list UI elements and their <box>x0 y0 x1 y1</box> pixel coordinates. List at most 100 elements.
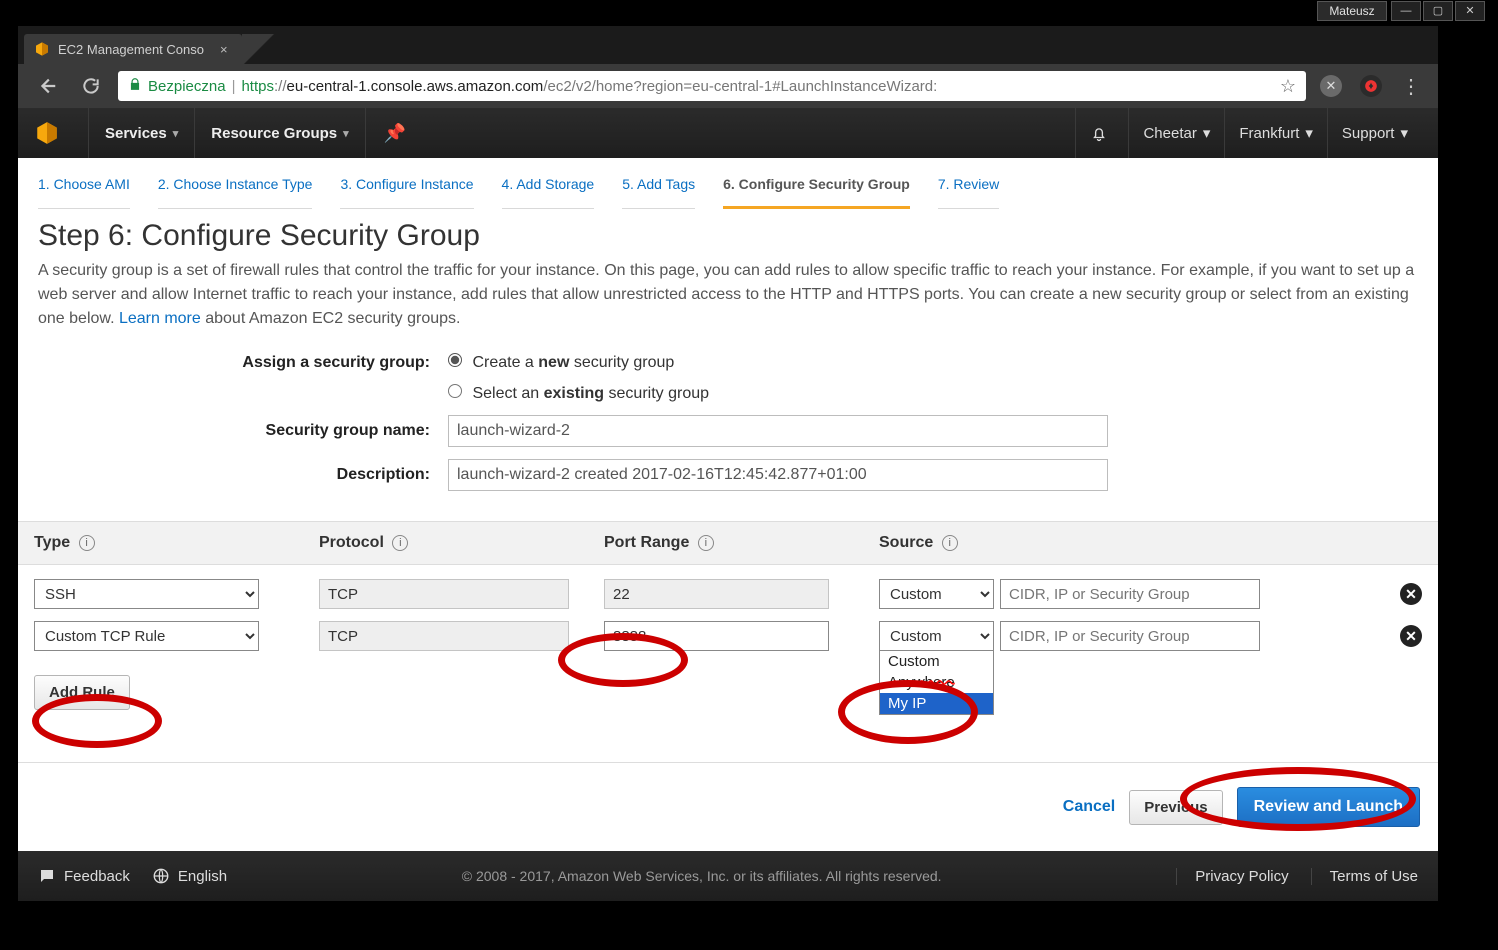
nav-services[interactable]: Services ▾ <box>88 108 195 158</box>
rule-protocol-input <box>319 579 569 609</box>
wizard-step[interactable]: 1. Choose AMI <box>38 176 130 209</box>
url-scheme: https <box>241 78 274 95</box>
page-title: Step 6: Configure Security Group <box>38 219 1418 253</box>
info-icon[interactable]: i <box>392 535 408 551</box>
dropdown-option[interactable]: My IP <box>880 693 993 714</box>
chevron-down-icon: ▾ <box>1400 124 1408 142</box>
extension-1-icon[interactable]: ✕ <box>1316 71 1346 101</box>
browser-toolbar: Bezpieczna | https://eu-central-1.consol… <box>18 64 1438 108</box>
wizard-actions: Cancel Previous Review and Launch <box>18 762 1438 851</box>
window-close-button[interactable]: ✕ <box>1455 1 1485 21</box>
radio-select-existing-label: Select an existing security group <box>472 385 709 402</box>
nav-account-label: Cheetar <box>1143 125 1196 142</box>
footer-terms-link[interactable]: Terms of Use <box>1311 868 1418 885</box>
wizard-step[interactable]: 2. Choose Instance Type <box>158 176 313 209</box>
aws-favicon-icon <box>34 41 50 57</box>
wizard-step[interactable]: 5. Add Tags <box>622 176 695 209</box>
browser-menu-icon[interactable]: ⋮ <box>1396 71 1426 101</box>
nav-resource-groups-label: Resource Groups <box>211 125 337 142</box>
browser-window: EC2 Management Conso × Bezpieczna | http… <box>18 26 1438 901</box>
radio-select-existing[interactable] <box>448 384 462 398</box>
url-domain: eu-central-1.console.aws.amazon.com <box>287 78 544 95</box>
browser-tab[interactable]: EC2 Management Conso × <box>24 34 242 64</box>
wizard-step[interactable]: 4. Add Storage <box>502 176 595 209</box>
learn-more-link[interactable]: Learn more <box>119 310 201 327</box>
os-user-badge: Mateusz <box>1317 1 1387 21</box>
radio-create-new-label: Create a new security group <box>472 354 674 371</box>
aws-footer: Feedback English © 2008 - 2017, Amazon W… <box>18 851 1438 901</box>
rule-row: SSH Custom ✕ <box>34 573 1422 615</box>
chevron-down-icon: ▾ <box>343 127 349 140</box>
rule-source-select[interactable]: Custom <box>879 621 994 651</box>
rules-table-body: SSHCustom✕Custom TCP RuleCustomCustomAny… <box>18 565 1438 659</box>
rule-type-select[interactable]: SSH <box>34 579 259 609</box>
tab-strip-tail <box>242 34 276 64</box>
footer-privacy-link[interactable]: Privacy Policy <box>1176 868 1288 885</box>
footer-feedback[interactable]: Feedback <box>38 867 130 885</box>
aws-logo-icon[interactable] <box>34 120 60 146</box>
th-protocol: Protocol <box>319 534 384 551</box>
assign-sg-label: Assign a security group: <box>38 354 448 372</box>
rule-protocol-input <box>319 621 569 651</box>
rule-row: Custom TCP RuleCustomCustomAnywhereMy IP… <box>34 615 1422 657</box>
window-maximize-button[interactable]: ▢ <box>1423 1 1453 21</box>
cancel-link[interactable]: Cancel <box>1063 798 1115 816</box>
lock-icon <box>128 77 142 95</box>
dropdown-option[interactable]: Custom <box>880 651 993 672</box>
os-window: Mateusz — ▢ ✕ EC2 Management Conso × <box>0 0 1498 950</box>
page-description: A security group is a set of firewall ru… <box>38 259 1418 331</box>
extension-2-icon[interactable] <box>1356 71 1386 101</box>
tab-close-icon[interactable]: × <box>220 42 228 57</box>
add-rule-button[interactable]: Add Rule <box>34 675 130 710</box>
security-group-form: Assign a security group: Create a new se… <box>18 337 1438 521</box>
delete-rule-icon[interactable]: ✕ <box>1400 625 1422 647</box>
bookmark-star-icon[interactable]: ☆ <box>1280 76 1296 97</box>
sg-desc-input[interactable] <box>448 459 1108 491</box>
nav-region-label: Frankfurt <box>1239 125 1299 142</box>
nav-resource-groups[interactable]: Resource Groups ▾ <box>195 108 365 158</box>
wizard-steps: 1. Choose AMI 2. Choose Instance Type 3. C… <box>18 158 1438 209</box>
nav-region[interactable]: Frankfurt ▾ <box>1224 108 1327 158</box>
browser-tabstrip: EC2 Management Conso × <box>18 26 1438 64</box>
dropdown-option[interactable]: Anywhere <box>880 672 993 693</box>
source-dropdown[interactable]: CustomAnywhereMy IP <box>879 650 994 715</box>
footer-language[interactable]: English <box>152 867 227 885</box>
browser-tab-title: EC2 Management Conso <box>58 42 204 57</box>
page-description-tail: about Amazon EC2 security groups. <box>205 310 460 327</box>
review-and-launch-button[interactable]: Review and Launch <box>1237 787 1420 827</box>
aws-top-nav: Services ▾ Resource Groups ▾ 📌 Cheetar ▾… <box>18 108 1438 158</box>
sg-name-input[interactable] <box>448 415 1108 447</box>
chevron-down-icon: ▾ <box>1203 124 1211 142</box>
rules-table-header: Type i Protocol i Port Range i Source i <box>18 521 1438 565</box>
pin-icon[interactable]: 📌 <box>366 123 424 144</box>
radio-create-new[interactable] <box>448 353 462 367</box>
delete-rule-icon[interactable]: ✕ <box>1400 583 1422 605</box>
info-icon[interactable]: i <box>698 535 714 551</box>
rule-cidr-input[interactable] <box>1000 621 1260 651</box>
window-minimize-button[interactable]: — <box>1391 1 1421 21</box>
rule-port-input[interactable] <box>604 621 829 651</box>
nav-services-label: Services <box>105 125 167 142</box>
address-bar[interactable]: Bezpieczna | https://eu-central-1.consol… <box>118 71 1306 101</box>
info-icon[interactable]: i <box>79 535 95 551</box>
rule-port-input <box>604 579 829 609</box>
rule-source-select[interactable]: Custom <box>879 579 994 609</box>
nav-support[interactable]: Support ▾ <box>1327 108 1422 158</box>
nav-support-label: Support <box>1342 125 1395 142</box>
back-button[interactable] <box>30 69 64 103</box>
rule-type-select[interactable]: Custom TCP Rule <box>34 621 259 651</box>
previous-button[interactable]: Previous <box>1129 790 1222 825</box>
wizard-step[interactable]: 3. Configure Instance <box>340 176 473 209</box>
info-icon[interactable]: i <box>942 535 958 551</box>
th-source: Source <box>879 534 933 551</box>
chevron-down-icon: ▾ <box>173 127 179 140</box>
connection-secure-label: Bezpieczna <box>148 78 226 95</box>
notifications-bell[interactable] <box>1075 108 1122 158</box>
sg-desc-label: Description: <box>38 466 448 484</box>
rule-cidr-input[interactable] <box>1000 579 1260 609</box>
footer-copyright: © 2008 - 2017, Amazon Web Services, Inc.… <box>249 868 1154 884</box>
wizard-step[interactable]: 7. Review <box>938 176 999 209</box>
wizard-step[interactable]: 6. Configure Security Group <box>723 176 910 209</box>
nav-account[interactable]: Cheetar ▾ <box>1128 108 1224 158</box>
reload-button[interactable] <box>74 69 108 103</box>
